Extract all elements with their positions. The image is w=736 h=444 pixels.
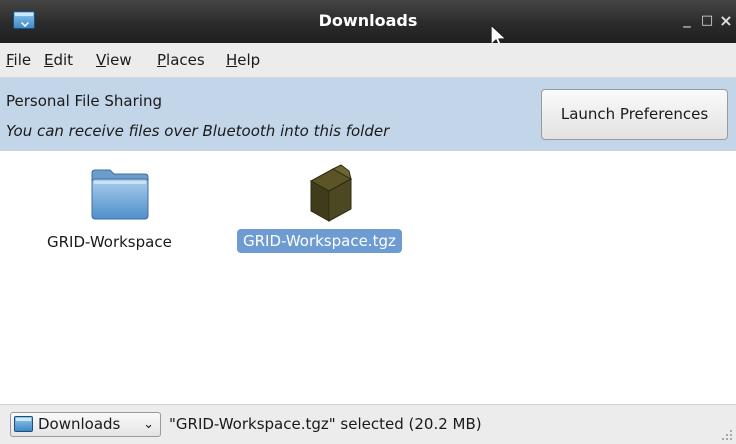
chevron-down-icon: ⌄ (143, 417, 154, 432)
selection-status: "GRID-Workspace.tgz" selected (20.2 MB) (169, 415, 482, 433)
menu-help[interactable]: Help (226, 43, 260, 77)
resize-grip-icon[interactable] (721, 429, 733, 441)
location-label: Downloads (38, 415, 121, 433)
title-bar[interactable]: Downloads _ □ × (0, 0, 736, 43)
infobar-title: Personal File Sharing (6, 92, 162, 110)
menu-file[interactable]: File (6, 43, 31, 77)
location-dropdown[interactable]: Downloads ⌄ (10, 412, 161, 437)
file-name-label-selected[interactable]: GRID-Workspace.tgz (237, 229, 402, 253)
folder-icon[interactable] (90, 167, 150, 221)
window-title: Downloads (318, 11, 418, 30)
menu-bar: File Edit View Places Help (0, 43, 736, 78)
menu-edit[interactable]: Edit (44, 43, 73, 77)
folder-location-icon (14, 416, 33, 432)
launch-preferences-button[interactable]: Launch Preferences (541, 89, 728, 140)
close-button[interactable]: × (716, 10, 736, 32)
status-bar: Downloads ⌄ "GRID-Workspace.tgz" selecte… (0, 404, 736, 444)
infobar-subtitle: You can receive files over Bluetooth int… (6, 122, 390, 140)
file-name-label[interactable]: GRID-Workspace (47, 233, 172, 251)
menu-places[interactable]: Places (157, 43, 205, 77)
menu-view[interactable]: View (96, 43, 132, 77)
minimize-button[interactable]: _ (677, 8, 697, 30)
package-icon[interactable] (303, 163, 357, 223)
maximize-button[interactable]: □ (697, 10, 717, 32)
